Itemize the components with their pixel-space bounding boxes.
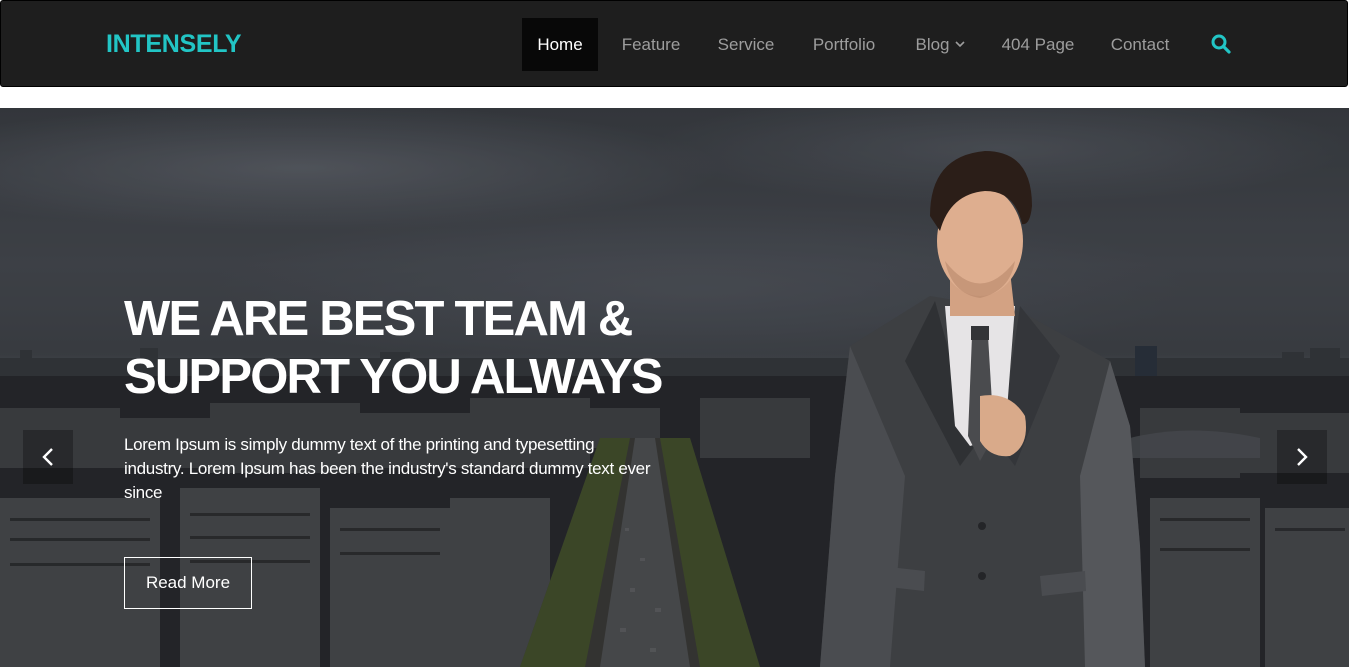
- nav-item-label: Feature: [621, 34, 681, 54]
- nav-item-label: Service: [717, 34, 775, 54]
- navbar: INTENSELY Home Feature Service Portfolio…: [0, 0, 1348, 87]
- nav-item-404-page[interactable]: 404 Page: [991, 18, 1085, 71]
- nav-item-label: 404 Page: [1001, 34, 1075, 54]
- slider-next-button[interactable]: [1277, 430, 1327, 484]
- hero-description: Lorem Ipsum is simply dummy text of the …: [124, 435, 651, 502]
- nav-item-home[interactable]: Home: [522, 18, 598, 71]
- nav-item-service[interactable]: Service: [706, 18, 786, 71]
- chevron-down-icon: [954, 41, 965, 48]
- chevron-right-icon: [1297, 448, 1308, 466]
- hero-slider: WE ARE BEST TEAM & SUPPORT YOU ALWAYS Lo…: [0, 108, 1349, 667]
- nav-item-label: Contact: [1110, 34, 1170, 54]
- nav-item-label: Portfolio: [812, 34, 876, 54]
- nav-item-blog[interactable]: Blog: [904, 18, 976, 71]
- search-icon[interactable]: [1209, 32, 1233, 56]
- nav-item-portfolio[interactable]: Portfolio: [799, 18, 889, 71]
- nav-item-feature[interactable]: Feature: [609, 18, 693, 71]
- hero-headline-line2: SUPPORT YOU ALWAYS: [124, 350, 663, 404]
- hero-headline-line1: WE ARE BEST TEAM &: [124, 292, 633, 346]
- read-more-button[interactable]: Read More: [124, 557, 252, 609]
- brand-logo[interactable]: INTENSELY: [106, 30, 242, 59]
- nav-item-contact[interactable]: Contact: [1099, 18, 1181, 71]
- nav-item-label: Home: [537, 34, 583, 54]
- nav-item-label: Blog: [915, 34, 950, 54]
- chevron-left-icon: [42, 448, 53, 466]
- businessman-image: [820, 151, 1145, 667]
- slider-prev-button[interactable]: [23, 430, 73, 484]
- hero-headline: WE ARE BEST TEAM & SUPPORT YOU ALWAYS: [124, 290, 744, 406]
